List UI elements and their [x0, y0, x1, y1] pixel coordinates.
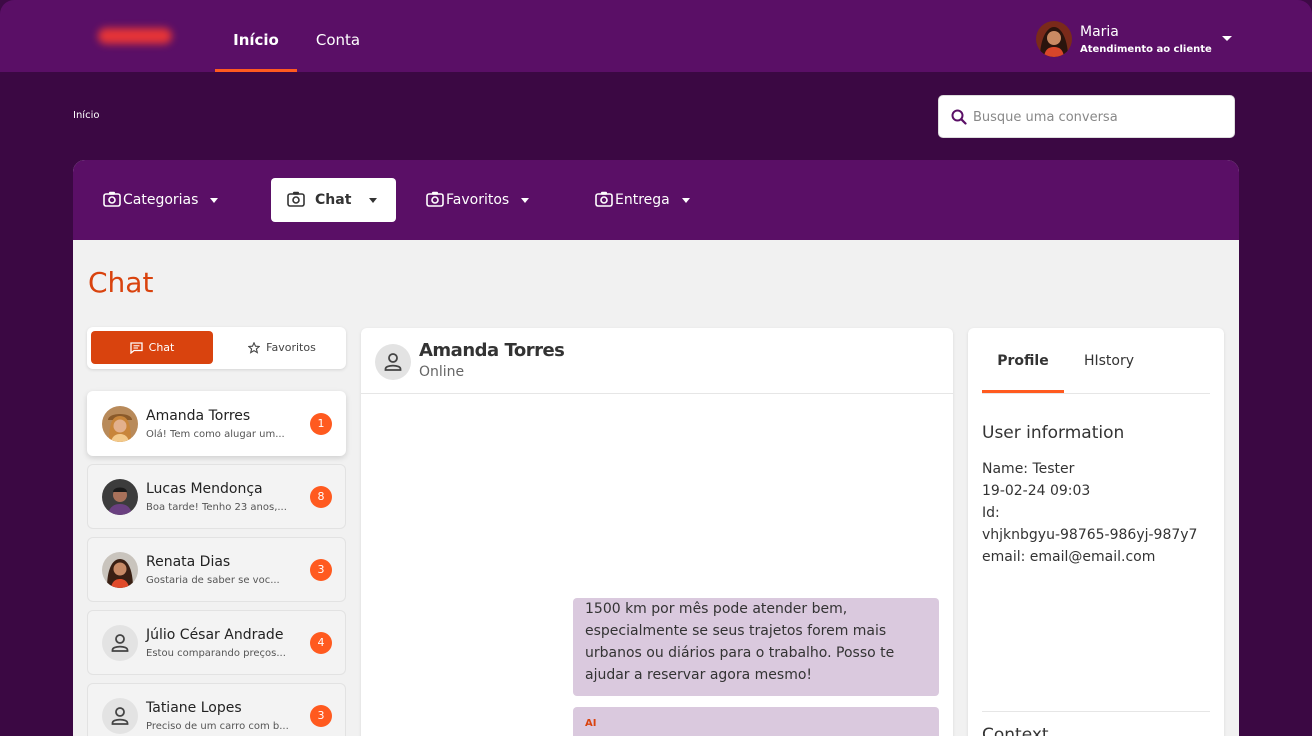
chevron-down-icon	[210, 197, 219, 203]
contact-name: Lucas Mendonça	[146, 481, 263, 497]
filter-favorites-button[interactable]: Favoritos	[221, 331, 343, 364]
filter-favorites-label: Favoritos	[266, 341, 316, 354]
contact-name: Amanda Torres	[146, 408, 251, 424]
section-divider	[982, 711, 1210, 712]
user-menu[interactable]: Maria Atendimento ao cliente	[1036, 20, 1236, 58]
contact-name: Tatiane Lopes	[146, 700, 242, 716]
category-label: Chat	[315, 192, 352, 208]
message-icon	[129, 341, 143, 354]
search-icon	[951, 109, 967, 125]
unread-badge: 3	[310, 559, 332, 581]
contact-info-panel: Profile HIstory User information Name: T…	[968, 328, 1224, 736]
filter-chat-label: Chat	[148, 341, 175, 354]
nav-conta[interactable]: Conta	[304, 0, 372, 72]
contact-name: Renata Dias	[146, 554, 231, 570]
message-bubble: AI	[573, 707, 939, 736]
search-box[interactable]	[938, 95, 1235, 138]
user-info-line: vhjknbgyu-98765-986yj-987y7	[982, 527, 1198, 543]
conversation-filter: Chat Favoritos	[87, 327, 346, 369]
message-line: urbanos ou diários para o trabalho. Poss…	[585, 645, 895, 661]
camera-icon	[103, 191, 121, 207]
user-info-line: Id:	[982, 505, 1000, 521]
conversation-item-lucas-mendonca[interactable]: Lucas Mendonça Boa tarde! Tenho 23 anos,…	[87, 464, 346, 529]
category-label: Categorias	[123, 192, 199, 208]
message-bubble: 1500 km por mês pode atender bem, especi…	[573, 598, 939, 696]
chevron-down-icon	[521, 197, 530, 203]
nav-inicio[interactable]: Início	[215, 0, 297, 72]
unread-badge: 1	[310, 413, 332, 435]
message-line: 1500 km por mês pode atender bem,	[585, 601, 848, 617]
tab-history[interactable]: HIstory	[1070, 328, 1148, 393]
top-navigation-bar: Início Conta Maria Atendimento ao client…	[0, 0, 1312, 72]
chat-contact-status: Online	[419, 364, 465, 380]
category-label: Entrega	[615, 192, 670, 208]
camera-icon	[595, 191, 613, 207]
tab-profile[interactable]: Profile	[982, 328, 1064, 393]
contact-name: Júlio César Andrade	[146, 627, 284, 643]
app-window: Início Conta Maria Atendimento ao client…	[0, 0, 1312, 736]
user-name: Maria	[1080, 24, 1119, 40]
chat-contact-name: Amanda Torres	[419, 340, 565, 361]
message-line: especialmente se seus trajetos forem mai…	[585, 623, 887, 639]
contact-avatar	[102, 552, 138, 588]
unread-badge: 8	[310, 486, 332, 508]
user-icon	[102, 625, 138, 661]
message-preview: Estou comparando preços...	[146, 648, 286, 659]
user-information-heading: User information	[982, 423, 1125, 443]
chat-window: Amanda Torres Online 1500 km por mês pod…	[361, 328, 953, 736]
conversation-item-tatiane-lopes[interactable]: Tatiane Lopes Preciso de um carro com b.…	[87, 683, 346, 736]
content-panel: Categorias Chat Favoritos Entrega Chat C…	[73, 160, 1239, 736]
conversation-item-julio-cesar-andrade[interactable]: Júlio César Andrade Estou comparando pre…	[87, 610, 346, 675]
camera-icon	[287, 191, 305, 207]
message-preview: Boa tarde! Tenho 23 anos,...	[146, 502, 287, 513]
user-icon	[375, 344, 411, 380]
message-preview: Olá! Tem como alugar um...	[146, 429, 285, 440]
user-avatar	[1036, 21, 1072, 57]
message-line: ajudar a reservar agora mesmo!	[585, 667, 813, 683]
page-title: Chat	[88, 266, 154, 299]
message-sender-label: AI	[585, 718, 597, 729]
unread-badge: 4	[310, 632, 332, 654]
category-bar: Categorias Chat Favoritos Entrega	[73, 160, 1239, 240]
user-info-line: Name: Tester	[982, 461, 1075, 477]
chevron-down-icon[interactable]	[1222, 36, 1232, 41]
brand-logo[interactable]	[98, 28, 172, 44]
user-icon	[102, 698, 138, 734]
message-preview: Gostaria de saber se voc...	[146, 575, 280, 586]
conversation-item-renata-dias[interactable]: Renata Dias Gostaria de saber se voc... …	[87, 537, 346, 602]
contact-avatar	[102, 479, 138, 515]
category-label: Favoritos	[446, 192, 510, 208]
contact-avatar	[102, 406, 138, 442]
unread-badge: 3	[310, 705, 332, 727]
user-info-line: 19-02-24 09:03	[982, 483, 1091, 499]
category-categorias[interactable]: Categorias	[93, 178, 232, 222]
category-entrega[interactable]: Entrega	[585, 178, 704, 222]
tabs-divider	[982, 393, 1210, 394]
filter-chat-button[interactable]: Chat	[91, 331, 213, 364]
chevron-down-icon	[369, 197, 378, 203]
camera-icon	[426, 191, 444, 207]
chevron-down-icon	[681, 197, 690, 203]
search-input[interactable]	[973, 104, 1223, 130]
star-icon	[248, 341, 261, 354]
user-info-line: email: email@email.com	[982, 549, 1156, 565]
breadcrumb[interactable]: Início	[73, 110, 99, 121]
user-role: Atendimento ao cliente	[1080, 44, 1212, 55]
category-favoritos[interactable]: Favoritos	[416, 178, 543, 222]
conversation-item-amanda-torres[interactable]: Amanda Torres Olá! Tem como alugar um...…	[87, 391, 346, 456]
message-preview: Preciso de um carro com b...	[146, 721, 289, 732]
chat-header: Amanda Torres Online	[361, 328, 953, 394]
category-chat[interactable]: Chat	[271, 178, 396, 222]
context-heading: Context	[982, 725, 1049, 736]
